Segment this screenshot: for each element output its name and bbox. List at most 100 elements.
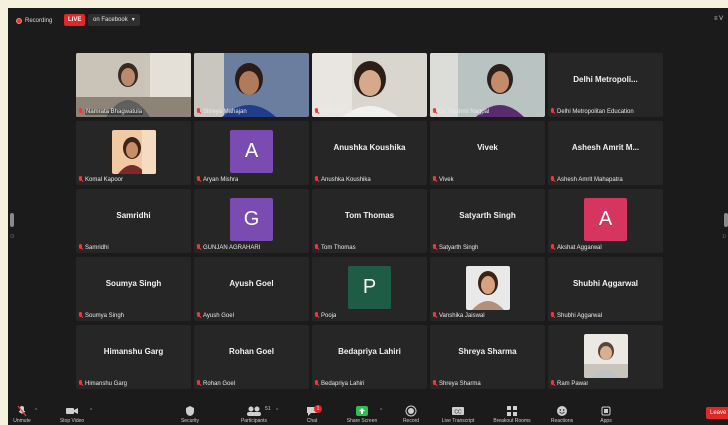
share-screen-button[interactable]: Share Screen [338,405,386,425]
participant-tile[interactable]: Soumya Singh Soumya Singh [76,257,191,321]
share-caret-icon[interactable]: ^ [380,408,382,414]
avatar-initial: A [230,130,273,173]
chat-unread-badge: 1 [314,405,322,413]
profile-photo [584,334,628,378]
live-transcript-button[interactable]: CC Live Transcript [434,405,482,425]
name-label-row: Akshat Aggarwal [550,244,602,251]
participant-name: Shreya Sharma [439,380,481,387]
mic-muted-icon [314,176,319,183]
participant-tile[interactable]: Riya Kumar [312,53,427,117]
participant-display-name: Soumya Singh [105,279,162,288]
participant-display-name: Ayush Goel [229,279,274,288]
name-label-row: Komal Kapoor [78,176,123,183]
participant-name: Vivek [439,176,454,183]
name-label-row: Ayush Goel [196,312,234,319]
participant-tile[interactable]: A Akshat Aggarwal [548,189,663,253]
participant-tile[interactable]: Namrata Bhagwatula [76,53,191,117]
participant-display-name: Satyarth Singh [459,211,516,220]
view-button[interactable]: ≡ V [714,16,723,22]
participant-tile[interactable]: Satyarth Singh Satyarth Singh [430,189,545,253]
participant-tile[interactable]: Samridhi Samridhi [76,189,191,253]
mic-muted-icon [17,405,27,417]
participant-name: Ayush Goel [203,312,234,319]
shield-icon [186,406,194,416]
participant-name: Namrata Bhagwatula [85,108,144,115]
participant-name: Pooja [321,312,337,319]
reactions-button[interactable]: Reactions [538,405,586,425]
unmute-button[interactable]: Unmute [8,405,46,425]
name-label-row: Shreya Mahajan [196,108,247,115]
participant-tile[interactable]: Tom Thomas Tom Thomas [312,189,427,253]
participant-name: Delhi Metropolitan Education [557,108,634,115]
mic-muted-icon [78,108,83,115]
participant-tile[interactable]: Ayush Goel Ayush Goel [194,257,309,321]
chat-button[interactable]: Chat [288,405,336,425]
leave-button[interactable]: Leave [706,407,728,419]
live-stream-dropdown[interactable]: on Facebook ▾ [88,14,140,26]
cc-icon: CC [452,407,464,416]
name-label-row: Ashesh Amrit Mahapatra [550,176,623,183]
participants-label: Participants [240,418,268,424]
participant-display-name: Shreya Sharma [458,347,517,356]
participant-name: Samridhi [85,244,109,251]
name-label-row: Himanshu Garg [78,380,127,387]
avatar-initial: P [348,266,391,309]
apps-button[interactable]: Apps [582,405,630,425]
record-dot-icon [16,17,22,24]
chevron-down-icon: ▾ [131,17,135,23]
mic-muted-icon [78,176,83,183]
participant-tile[interactable]: Shreya Sharma Shreya Sharma [430,325,545,389]
security-button[interactable]: Security [166,405,214,425]
zoom-meeting-window: Recording LIVE on Facebook ▾ ≡ V /3 1/ N… [8,8,728,425]
stop-video-button[interactable]: Stop Video [48,405,96,425]
participant-tile[interactable]: Ram Pawar [548,325,663,389]
audio-caret-icon[interactable]: ^ [35,408,37,414]
participant-tile[interactable]: Shubhi Aggarwal Shubhi Aggarwal [548,257,663,321]
page-indicator-right: 1/ [722,234,727,240]
name-label-row: Dr. Rashmi Nagpal [432,108,489,115]
participant-display-name: Rohan Goel [229,347,274,356]
stream-target-label: on Facebook [93,17,128,23]
participant-tile[interactable]: Dr. Rashmi Nagpal [430,53,545,117]
participant-tile[interactable]: Rohan Goel Rohan Goel [194,325,309,389]
participant-tile[interactable]: Delhi Metropoli... Delhi Metropolitan Edu… [548,53,663,117]
participant-tile[interactable]: Vanshika Jaiswal [430,257,545,321]
apps-label: Apps [600,418,612,424]
participant-tile[interactable]: Himanshu Garg Himanshu Garg [76,325,191,389]
mic-muted-icon [314,108,319,115]
next-page-arrow-icon[interactable] [724,213,728,227]
previous-page-arrow-icon[interactable] [10,213,14,227]
participants-caret-icon[interactable]: ^ [276,408,278,414]
participant-tile[interactable]: Ashesh Amrit M... Ashesh Amrit Mahapatra [548,121,663,185]
unmute-label: Unmute [13,418,31,424]
participant-tile[interactable]: P Pooja [312,257,427,321]
smiley-icon [557,406,567,416]
participant-tile[interactable]: Bedapriya Lahiri Bedapriya Lahiri [312,325,427,389]
participant-name: Aryan Mishra [203,176,239,183]
participant-name: Rohan Goel [203,380,236,387]
mic-muted-icon [432,380,437,387]
name-label-row: Delhi Metropolitan Education [550,108,634,115]
recording-indicator[interactable]: Recording [16,15,52,26]
name-label-row: Vanshika Jaiswal [432,312,485,319]
name-label-row: Bedapriya Lahiri [314,380,364,387]
mic-muted-icon [432,108,437,115]
participant-tile[interactable]: A Aryan Mishra [194,121,309,185]
record-button[interactable]: Record [387,405,435,425]
participant-name: Ashesh Amrit Mahapatra [557,176,623,183]
avatar-initial: A [584,198,627,241]
video-caret-icon[interactable]: ^ [90,408,92,414]
participant-tile[interactable]: Anushka Koushika Anushka Koushika [312,121,427,185]
participant-name: Anushka Koushika [321,176,371,183]
participant-tile[interactable]: Shreya Mahajan [194,53,309,117]
participant-tile[interactable]: Komal Kapoor [76,121,191,185]
participant-tile[interactable]: Vivek Vivek [430,121,545,185]
mic-muted-icon [550,380,555,387]
breakout-rooms-icon [507,406,517,416]
name-label-row: Namrata Bhagwatula [78,108,144,115]
participant-tile[interactable]: G GUNJAN AGRAHARI [194,189,309,253]
mic-muted-icon [432,312,437,319]
name-label-row: Rohan Goel [196,380,235,387]
mic-muted-icon [550,244,555,251]
breakout-rooms-button[interactable]: Breakout Rooms [488,405,536,425]
